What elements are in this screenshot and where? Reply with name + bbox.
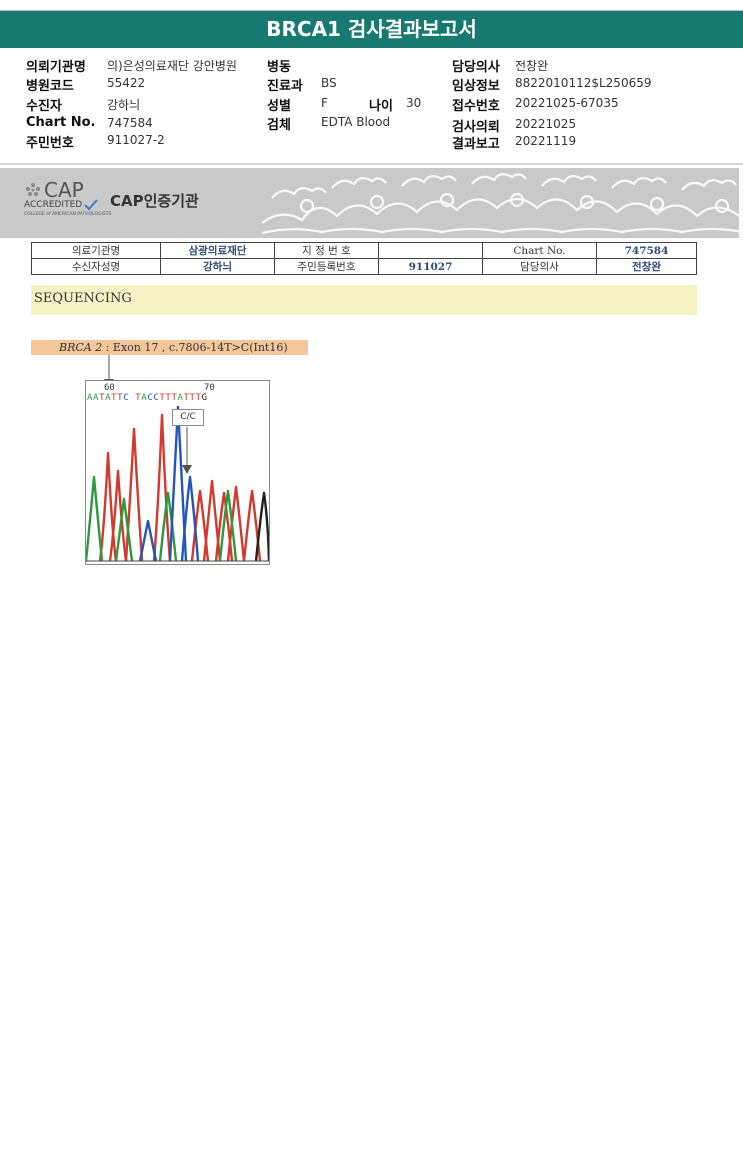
report-title: BRCA1 검사결과보고서 <box>0 10 743 48</box>
arrow-down-icon <box>182 465 192 474</box>
header-label-chart-no: Chart No. <box>26 115 96 130</box>
variant-label: BRCA 2 : Exon 17 , c.7806-14T>C(Int16) <box>59 341 288 354</box>
header-value-report-date: 20221119 <box>515 134 577 148</box>
patient-info-table: 의료기관명 삼광의료재단 지 정 번 호 Chart No. 747584 수신… <box>31 242 697 275</box>
header-label-patient: 수진자 <box>26 99 62 114</box>
table-cell: 삼광의료재단 <box>160 242 275 259</box>
header-label-receipt-no: 접수번호 <box>452 99 500 114</box>
genotype-label: C/C <box>172 409 204 426</box>
table-cell: 강하늬 <box>160 258 275 275</box>
header-value-institution: 의)은성의료재단 강안병원 <box>107 59 237 73</box>
header-value-receipt-no: 20221025-67035 <box>515 96 619 110</box>
variant-description: : Exon 17 , c.7806-14T>C(Int16) <box>105 341 288 354</box>
header-value-clinical-info: 8822010112$L250659 <box>515 76 652 90</box>
header-label-institution: 의뢰기관명 <box>26 60 86 75</box>
cap-logo-text: CAP <box>44 178 84 202</box>
table-cell: 지 정 번 호 <box>274 242 379 259</box>
table-cell: 747584 <box>596 242 697 259</box>
sequencing-heading-bar: SEQUENCING <box>31 285 697 315</box>
header-label-hospital-code: 병원코드 <box>26 79 74 94</box>
header-label-specimen: 검체 <box>267 118 291 133</box>
variant-bar: BRCA 2 : Exon 17 , c.7806-14T>C(Int16) <box>31 340 308 355</box>
cap-accredited-text: ACCREDITED <box>24 200 83 210</box>
header-value-specimen: EDTA Blood <box>321 115 391 129</box>
chromatogram: 60 70 AATATTC TACCTTTATTTG C/C <box>85 380 270 565</box>
table-cell: 주민등록번호 <box>274 258 379 275</box>
header-label-ward: 병동 <box>267 60 291 75</box>
header-label-report-date: 결과보고 <box>452 137 500 152</box>
header-divider <box>0 163 743 165</box>
header-label-department: 진료과 <box>267 79 303 94</box>
table-cell: Chart No. <box>482 242 597 259</box>
sequencing-heading: SEQUENCING <box>34 291 132 306</box>
gene-name: BRCA 2 <box>59 341 103 354</box>
header-value-chart-no: 747584 <box>107 116 153 130</box>
cap-emblem-icon <box>26 183 40 196</box>
header-label-clinical-info: 임상정보 <box>452 79 500 94</box>
header-value-hospital-code: 55422 <box>107 76 146 90</box>
table-cell: 의료기관명 <box>31 242 161 259</box>
cloud-pattern-decoration <box>262 173 739 235</box>
header-value-department: BS <box>321 76 337 90</box>
table-cell: 수신자성명 <box>31 258 161 275</box>
header-value-sex: F <box>321 96 328 110</box>
table-cell: 전창완 <box>596 258 697 275</box>
header-value-patient: 강하늬 <box>107 98 141 112</box>
header-value-physician: 전창완 <box>515 59 549 73</box>
header-label-age: 나이 <box>369 99 393 114</box>
checkmark-icon <box>84 199 98 211</box>
header-value-resident-no: 911027-2 <box>107 133 165 147</box>
header-label-physician: 담당의사 <box>452 60 500 75</box>
header-value-age: 30 <box>406 96 422 110</box>
header-value-request-date: 20221025 <box>515 117 577 131</box>
cap-certified-label: CAP인증기관 <box>110 192 199 210</box>
cap-banner: CAP ACCREDITED COLLEGE of AMERICAN PATHO… <box>0 168 739 238</box>
table-cell: 911027 <box>378 258 483 275</box>
table-cell <box>378 242 483 259</box>
table-row: 수신자성명 강하늬 주민등록번호 911027 담당의사 전창완 <box>31 258 697 275</box>
table-row: 의료기관명 삼광의료재단 지 정 번 호 Chart No. 747584 <box>31 242 697 259</box>
cap-college-text: COLLEGE of AMERICAN PATHOLOGISTS <box>24 212 112 217</box>
header-label-sex: 성별 <box>267 99 291 114</box>
table-cell: 담당의사 <box>482 258 597 275</box>
header-label-resident-no: 주민번호 <box>26 136 74 151</box>
